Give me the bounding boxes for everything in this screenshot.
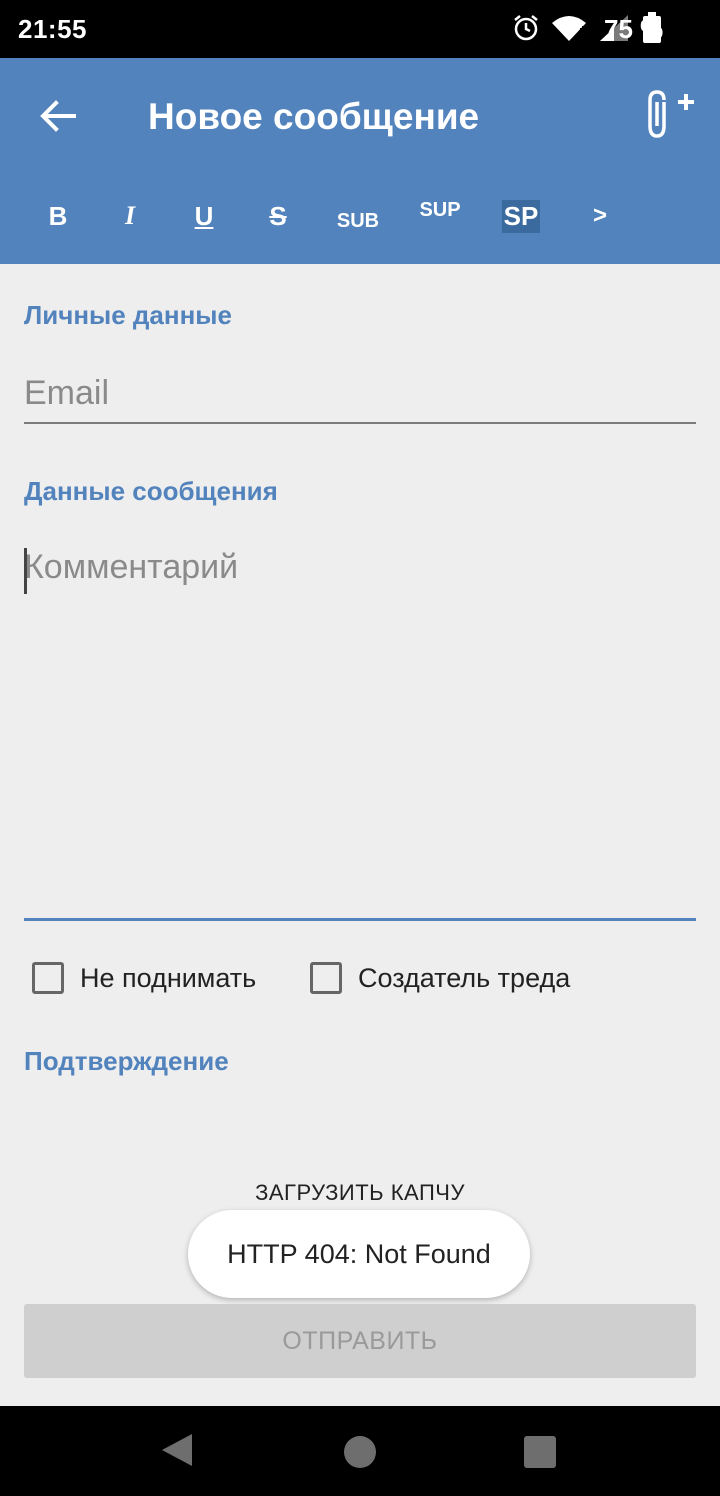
confirmation-heading: Подтверждение: [24, 1046, 229, 1076]
format-spoiler-button[interactable]: SP: [500, 184, 542, 248]
system-nav-bar: [0, 1406, 720, 1496]
format-toolbar: B I U S SUB SUP SP >: [0, 184, 720, 248]
op-label: Создатель треда: [358, 962, 571, 993]
page-title: Новое сообщение: [148, 96, 480, 137]
new-message-screen: 21:55 75 % Новое сообщение B I U S SUB S…: [0, 0, 720, 1496]
wifi-icon: [550, 13, 588, 48]
nav-recents-icon[interactable]: [524, 1436, 556, 1468]
nav-home-icon[interactable]: [344, 1436, 376, 1468]
no-bump-checkbox[interactable]: [32, 962, 64, 994]
attach-file-button[interactable]: [636, 84, 700, 148]
back-button[interactable]: [30, 90, 86, 146]
no-bump-checkbox-row[interactable]: Не поднимать: [32, 956, 256, 1000]
format-sub-button[interactable]: SUB: [332, 184, 384, 248]
status-time: 21:55: [18, 14, 87, 44]
email-field[interactable]: [24, 364, 696, 424]
alarm-icon: [512, 14, 540, 47]
format-spoiler-label: SP: [501, 199, 541, 233]
toast-message: HTTP 404: Not Found: [188, 1210, 530, 1298]
format-sup-button[interactable]: SUP: [412, 184, 468, 248]
app-bar: Новое сообщение B I U S SUB SUP SP >: [0, 58, 720, 264]
op-checkbox-row[interactable]: Создатель треда: [310, 956, 570, 1000]
format-italic-button[interactable]: I: [108, 184, 152, 248]
message-data-heading: Данные сообщения: [24, 476, 278, 506]
status-bar: 21:55 75 %: [0, 0, 720, 58]
comment-field[interactable]: [24, 540, 696, 921]
format-underline-button[interactable]: U: [182, 184, 226, 248]
arrow-left-icon: [38, 96, 78, 141]
battery-percent: 75 %: [604, 14, 664, 44]
op-checkbox[interactable]: [310, 962, 342, 994]
personal-data-heading: Личные данные: [24, 300, 232, 330]
paperclip-plus-icon: [640, 86, 696, 147]
submit-button[interactable]: ОТПРАВИТЬ: [24, 1304, 696, 1378]
text-cursor: [24, 548, 27, 594]
nav-back-icon[interactable]: [162, 1434, 192, 1466]
no-bump-label: Не поднимать: [80, 962, 257, 993]
format-strike-button[interactable]: S: [256, 184, 300, 248]
format-bold-button[interactable]: B: [36, 184, 80, 248]
format-more-button[interactable]: >: [580, 184, 620, 248]
